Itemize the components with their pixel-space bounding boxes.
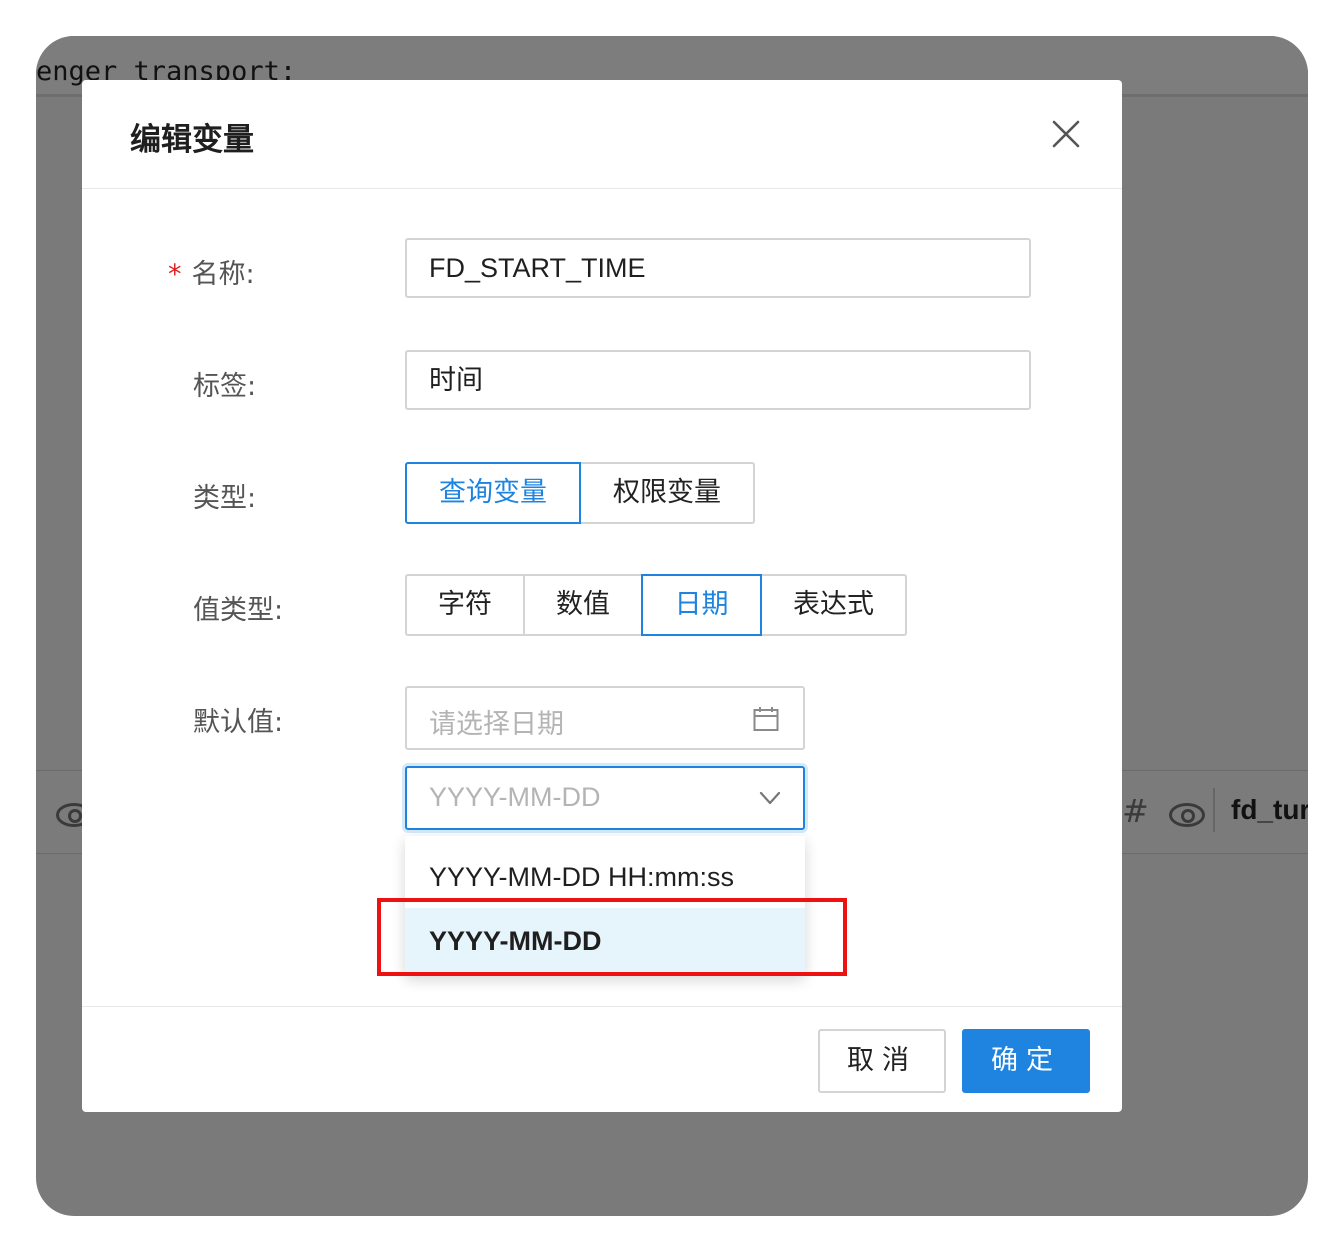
tag-input[interactable]: 时间 (405, 350, 1031, 410)
background-row-text: fd_tur (1231, 794, 1308, 825)
cancel-button[interactable]: 取消 (818, 1029, 946, 1093)
value-type-option-date[interactable]: 日期 (641, 574, 762, 636)
calendar-icon[interactable] (753, 706, 779, 732)
edit-variable-dialog: 编辑变量 * 名称: FD_START_TIME 标签: 时间 类型: 查询变量 … (82, 80, 1122, 1112)
required-mark: * (168, 259, 182, 290)
dialog-title: 编辑变量 (130, 122, 254, 158)
date-format-select[interactable]: YYYY-MM-DD (405, 766, 805, 830)
background-divider (1213, 788, 1215, 832)
chevron-down-icon[interactable] (759, 790, 781, 806)
default-value-label: 默认值: (193, 707, 284, 738)
hash-icon: # (1122, 792, 1149, 830)
annotation-highlight-box (377, 898, 847, 976)
type-option-query[interactable]: 查询变量 (405, 462, 581, 524)
value-type-option-number[interactable]: 数值 (523, 574, 643, 636)
tag-label: 标签: (193, 371, 257, 402)
name-input[interactable]: FD_START_TIME (405, 238, 1031, 298)
type-option-permission[interactable]: 权限变量 (579, 462, 755, 524)
value-type-option-string[interactable]: 字符 (405, 574, 525, 636)
date-picker-placeholder: 请选择日期 (429, 709, 564, 740)
name-label-text: 名称: (191, 259, 255, 290)
type-label: 类型: (193, 483, 257, 514)
dialog-footer: 取消 确定 (82, 1006, 1122, 1113)
date-picker-input[interactable]: 请选择日期 (405, 686, 805, 750)
value-type-segmented-control: 字符 数值 日期 表达式 (405, 574, 907, 636)
confirm-button[interactable]: 确定 (962, 1029, 1090, 1093)
close-icon[interactable] (1050, 118, 1082, 150)
date-format-placeholder: YYYY-MM-DD (429, 782, 601, 812)
value-type-option-expression[interactable]: 表达式 (760, 574, 907, 636)
name-label: * 名称: (168, 252, 255, 291)
eye-icon (1169, 803, 1205, 827)
type-segmented-control: 查询变量 权限变量 (405, 462, 755, 524)
dialog-header: 编辑变量 (82, 80, 1122, 189)
value-type-label: 值类型: (193, 595, 284, 626)
